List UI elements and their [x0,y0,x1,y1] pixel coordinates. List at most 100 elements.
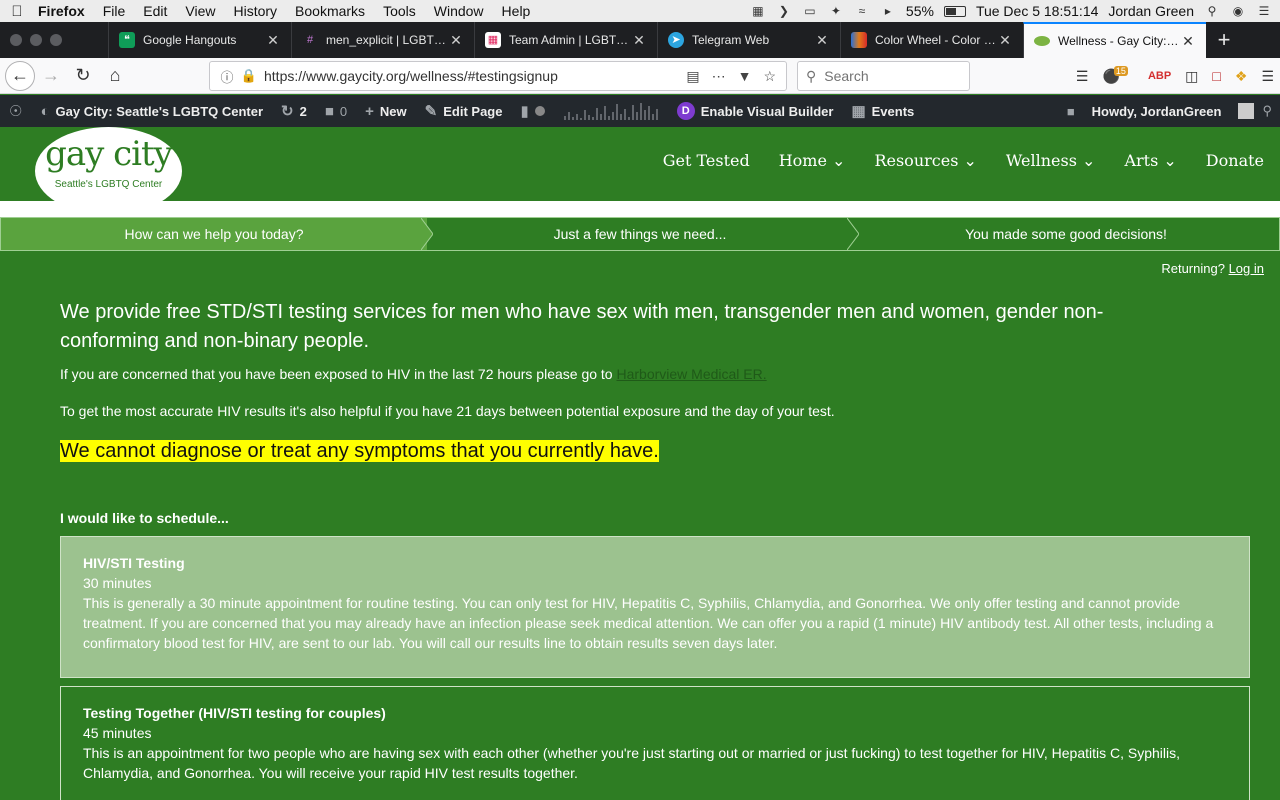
airplay-icon[interactable]: ▭ [802,4,818,18]
url-text[interactable]: https://www.gaycity.org/wellness/#testin… [264,68,558,84]
forward-button[interactable]: → [35,61,67,91]
battery-icon[interactable] [943,5,966,17]
menu-tools[interactable]: Tools [374,3,425,19]
nav-get-tested[interactable]: Get Tested [663,151,750,170]
sidebar-icon[interactable]: ◫ [1185,68,1198,85]
tab-title: Wellness - Gay City: Se [1058,34,1180,48]
service-option-testing-together[interactable]: Testing Together (HIV/STI testing for co… [60,686,1250,800]
step-how-can-we-help[interactable]: How can we help you today? [1,218,433,250]
calendar-icon: ▦ [851,103,866,120]
wp-comments[interactable]: ■ 0 [316,103,356,120]
avatar[interactable] [1238,103,1255,119]
menu-history[interactable]: History [224,3,286,19]
wp-new[interactable]: + New [356,103,416,120]
lock-icon[interactable]: 🔒 [238,68,260,84]
home-button[interactable]: ⌂ [99,61,131,91]
tab-title: Telegram Web [692,33,770,47]
nav-resources[interactable]: Resources ⌄ [874,151,976,170]
notification-icon[interactable]: ■ [1067,104,1075,119]
minimize-window-button[interactable] [30,34,42,46]
wp-performance-graph[interactable] [554,100,668,122]
wp-howdy[interactable]: Howdy, JordanGreen [1083,104,1231,119]
services-lead: We provide free STD/STI testing services… [60,301,1104,352]
notification-center-icon[interactable]: ☰ [1256,4,1272,18]
close-tab-icon[interactable]: ✕ [814,32,830,49]
menu-file[interactable]: File [94,3,135,19]
wordpress-logo[interactable]: ☉ [0,102,31,120]
close-tab-icon[interactable]: ✕ [997,32,1013,49]
harborview-link[interactable]: Harborview Medical ER. [616,366,766,382]
close-tab-icon[interactable]: ✕ [1180,33,1196,50]
nav-home[interactable]: Home ⌄ [779,151,846,170]
wifi-icon[interactable]: ≈ [854,4,870,18]
search-input[interactable]: Search [824,68,868,84]
tab-team-admin[interactable]: ▦ Team Admin | LGBTQ in ✕ [474,22,657,58]
tray-app-icon-2[interactable]: ❯ [776,4,792,18]
updates-icon: ↻ [281,103,294,120]
menu-bookmarks[interactable]: Bookmarks [286,3,374,19]
close-tab-icon[interactable]: ✕ [265,32,281,49]
nav-donate[interactable]: Donate [1206,151,1264,170]
step-label: You made some good decisions! [965,226,1167,242]
extension-icon[interactable]: ❖ [1235,68,1248,85]
wp-events[interactable]: ▦ Events [842,102,923,120]
wp-updates[interactable]: ↻ 2 [272,102,316,120]
menu-icon[interactable]: ☰ [1261,68,1274,85]
url-bar[interactable]: ⓘ 🔒 https://www.gaycity.org/wellness/#te… [209,61,787,91]
gay-city-icon [1034,36,1050,46]
siri-icon[interactable]: ◉ [1230,4,1246,18]
wp-search-icon[interactable]: ⚲ [1262,103,1272,119]
back-button[interactable]: ← [5,60,35,91]
clock[interactable]: Tue Dec 5 18:51:14 [976,3,1098,19]
step-label: How can we help you today? [124,226,304,242]
wp-yoast[interactable]: ▮ [511,102,553,120]
close-tab-icon[interactable]: ✕ [448,32,464,49]
tab-wellness-gay-city[interactable]: Wellness - Gay City: Se ✕ [1023,22,1206,58]
reload-button[interactable]: ↻ [67,61,99,91]
bookmark-star-icon[interactable]: ☆ [763,68,776,85]
user-name[interactable]: Jordan Green [1108,3,1194,19]
pocket-icon[interactable]: ▼ [738,68,752,85]
step-a-few-things[interactable]: Just a few things we need... [427,218,859,250]
step-good-decisions[interactable]: You made some good decisions! [853,218,1279,250]
menu-help[interactable]: Help [493,3,540,19]
pdf-icon[interactable]: □ [1212,68,1220,84]
wp-visual-builder[interactable]: D Enable Visual Builder [668,102,843,120]
apple-icon[interactable]:  [0,3,34,20]
adblock-plus-icon[interactable]: ABP [1148,70,1171,82]
reader-view-icon[interactable]: ▤ [686,68,699,85]
new-tab-button[interactable]: + [1206,22,1242,58]
spotlight-icon[interactable]: ⚲ [1204,4,1220,18]
service-option-hiv-sti-testing[interactable]: HIV/STI Testing 30 minutes This is gener… [60,536,1250,678]
tab-google-hangouts[interactable]: ❝ Google Hangouts ✕ [108,22,291,58]
nav-wellness[interactable]: Wellness ⌄ [1006,151,1096,170]
tab-color-wheel[interactable]: Color Wheel - Color Ca ✕ [840,22,1023,58]
menu-window[interactable]: Window [425,3,493,19]
tray-app-icon[interactable]: ▦ [750,4,766,18]
menu-app-name[interactable]: Firefox [34,3,94,19]
visual-builder-label: Enable Visual Builder [700,103,834,119]
page-actions-icon[interactable]: ⋯ [712,68,726,85]
library-icon[interactable]: ☰ [1076,68,1089,85]
volume-icon[interactable]: ▸ [880,4,896,18]
tab-men-explicit[interactable]: # men_explicit | LGBTQ in ✕ [291,22,474,58]
menu-view[interactable]: View [176,3,224,19]
zoom-window-button[interactable] [50,34,62,46]
logo-tagline: Seattle's LGBTQ Center [54,179,163,190]
nav-arts[interactable]: Arts ⌄ [1124,151,1176,170]
search-bar[interactable]: ⚲ Search [797,61,970,91]
menu-edit[interactable]: Edit [134,3,176,19]
login-link[interactable]: Log in [1229,261,1264,276]
reload-icon: ↻ [75,65,91,85]
close-window-button[interactable] [10,34,22,46]
tab-telegram-web[interactable]: ➤ Telegram Web ✕ [657,22,840,58]
nav-label: Wellness [1005,151,1077,170]
ublock-icon[interactable]: ⚫15 [1102,65,1133,85]
site-info-icon[interactable]: ⓘ [216,67,238,86]
wp-site-name[interactable]: ◐ Gay City: Seattle's LGBTQ Center [31,103,272,120]
plus-icon: + [365,102,374,120]
close-tab-icon[interactable]: ✕ [631,32,647,49]
gay-city-logo[interactable]: gay city Seattle's LGBTQ Center [35,127,182,215]
bluetooth-icon[interactable]: ✦ [828,4,844,18]
wp-edit-page[interactable]: ✎ Edit Page [416,102,512,120]
